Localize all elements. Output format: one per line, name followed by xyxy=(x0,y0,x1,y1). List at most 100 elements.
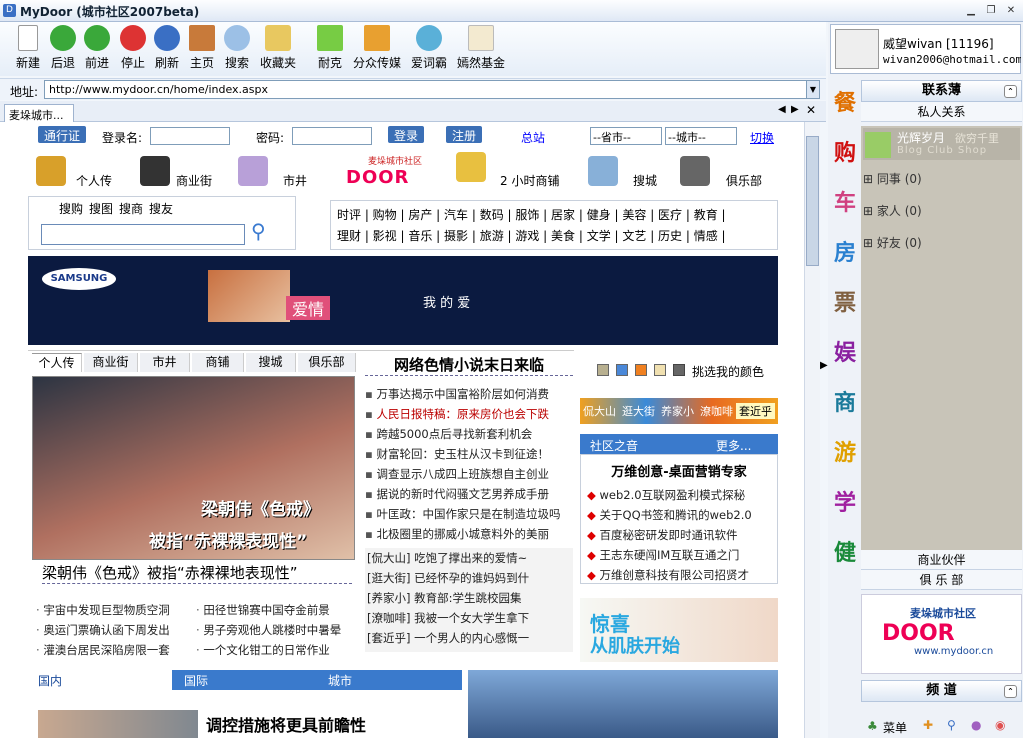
color-tab-kan[interactable]: 侃大山 xyxy=(580,403,619,419)
feature-photo[interactable]: 梁朝伟《色戒》 被指“赤裸裸表现性” xyxy=(32,376,355,560)
main-station-link[interactable]: 总站 xyxy=(521,129,545,146)
focus-media-link[interactable]: 分众传媒 xyxy=(353,25,401,71)
bottom-tab-domestic[interactable]: 国内 xyxy=(28,670,172,690)
bracket-news-item[interactable]: [养家小] 教育部:学生跳校园集 xyxy=(367,590,522,606)
panel-toggle-arrow[interactable]: ▶ xyxy=(820,360,828,371)
left-list-item[interactable]: · 一个文化钳工的日常作业 xyxy=(196,642,330,658)
search-tab-shopping[interactable]: 搜购 xyxy=(59,200,83,217)
private-relations-header[interactable]: 私人关系 xyxy=(861,102,1022,122)
bottom-tab-city[interactable]: 城市 xyxy=(318,670,462,690)
category-sidebar-item[interactable]: 房 xyxy=(831,232,859,276)
color-icon[interactable]: ◉ xyxy=(995,718,1005,732)
community-item[interactable]: ◆ web2.0互联网盈利模式探秘 xyxy=(587,487,745,503)
group-coworkers[interactable]: ⊞ 同事 (0) xyxy=(863,170,922,187)
color-swatch-orange[interactable] xyxy=(635,364,647,376)
province-select[interactable]: --省市-- xyxy=(590,127,662,145)
channel-header[interactable]: 频 道 ⌃ xyxy=(861,680,1022,702)
category-sidebar-item[interactable]: 游 xyxy=(831,432,859,476)
nav-shop[interactable]: 2 小时商铺 xyxy=(500,172,559,189)
settings-icon[interactable]: ● xyxy=(971,718,981,732)
skincare-ad[interactable]: 惊喜 从肌肤开始 xyxy=(580,598,778,662)
subtab-market[interactable]: 市井 xyxy=(140,353,190,372)
subtab-personal[interactable]: 个人传 xyxy=(32,353,82,372)
favorites-button[interactable]: 收藏夹 xyxy=(258,25,298,71)
group-family[interactable]: ⊞ 家人 (0) xyxy=(863,202,922,219)
business-partner-header[interactable]: 商业伙伴 xyxy=(861,550,1022,570)
news-item[interactable]: ▪ 北极圈里的挪威小城意料外的美丽 xyxy=(365,526,549,542)
news-item[interactable]: ▪ 人民日报特稿：原来房价也会下跌 xyxy=(365,406,549,422)
bracket-news-item[interactable]: [侃大山] 吃饱了撑出来的爱情~ xyxy=(367,550,527,566)
tab-close-icon[interactable]: ✕ xyxy=(806,103,816,117)
iciba-link[interactable]: 爱词霸 xyxy=(409,25,449,71)
nav-personal[interactable]: 个人传 xyxy=(76,172,112,189)
page-scrollbar[interactable] xyxy=(804,122,820,738)
browser-tab[interactable]: 麦垛城市... xyxy=(4,104,74,122)
feature-title[interactable]: 梁朝伟《色戒》被指“赤裸裸地表现性” xyxy=(42,562,352,584)
tab-scroll-right-icon[interactable]: ▶ xyxy=(791,104,799,115)
password-input[interactable] xyxy=(292,127,372,145)
nav-business[interactable]: 商业街 xyxy=(176,172,212,189)
headline[interactable]: 网络色情小说末日来临 xyxy=(365,354,573,376)
news-item[interactable]: ▪ 调查显示八成四上班族想自主创业 xyxy=(365,466,549,482)
search-go-icon[interactable]: ⚲ xyxy=(251,219,279,245)
color-swatch-cream[interactable] xyxy=(654,364,666,376)
address-dropdown-icon[interactable]: ▼ xyxy=(806,81,819,98)
bracket-news-item[interactable]: [潦咖啡] 我被一个女大学生拿下 xyxy=(367,610,529,626)
left-list-item[interactable]: · 奥运门票确认函下周发出 xyxy=(36,622,170,638)
address-input[interactable]: http://www.mydoor.cn/home/index.aspx xyxy=(44,80,820,99)
bottom-news-photo[interactable] xyxy=(38,710,198,738)
color-pick-label[interactable]: 挑选我的颜色 xyxy=(692,363,764,380)
color-tab-guang[interactable]: 逛大街 xyxy=(619,403,658,419)
add-icon[interactable]: ✚ xyxy=(923,718,933,732)
collapse-icon[interactable]: ⌃ xyxy=(1004,85,1017,98)
bottom-headline[interactable]: 调控措施将更具前瞻性 xyxy=(206,712,366,736)
community-item[interactable]: ◆ 万维创意科技有限公司招贤才 xyxy=(587,567,749,583)
left-list-item[interactable]: · 宇宙中发现巨型物质空洞 xyxy=(36,602,170,618)
register-button[interactable]: 注册 xyxy=(446,126,483,143)
search-tab-friend[interactable]: 搜友 xyxy=(149,200,173,217)
minimize-button[interactable]: ▁ xyxy=(963,4,979,18)
color-tab-tao[interactable]: 套近乎 xyxy=(736,403,775,419)
news-item[interactable]: ▪ 叶匡政：中国作家只是在制造垃圾吗 xyxy=(365,506,560,522)
subtab-search-city[interactable]: 搜城 xyxy=(246,353,296,372)
category-sidebar-item[interactable]: 购 xyxy=(831,132,859,176)
nike-link[interactable]: 耐克 xyxy=(310,25,350,71)
bottom-tab-international[interactable]: 国际 xyxy=(174,670,316,690)
category-sidebar-item[interactable]: 票 xyxy=(831,282,859,326)
nav-search-city[interactable]: 搜城 xyxy=(633,172,657,189)
maximize-button[interactable]: ❐ xyxy=(983,4,999,18)
contacts-header[interactable]: 联系薄 ⌃ xyxy=(861,80,1022,102)
club-header[interactable]: 俱 乐 部 xyxy=(861,570,1022,590)
news-item[interactable]: ▪ 据说的新时代闷骚文艺男养成手册 xyxy=(365,486,549,502)
bracket-news-item[interactable]: [套近乎] 一个男人的内心感慨一 xyxy=(367,630,529,646)
close-button[interactable]: ✕ xyxy=(1003,4,1019,18)
mydoor-logo[interactable]: 麦垛城市社区 DOOR xyxy=(346,154,426,188)
side-logo[interactable]: 麦垛城市社区 DOOR www.mydoor.cn xyxy=(861,594,1022,674)
category-sidebar-item[interactable]: 健 xyxy=(831,532,859,576)
search-icon[interactable]: ⚲ xyxy=(947,718,956,732)
category-row-1[interactable]: 时评 | 购物 | 房产 | 汽车 | 数码 | 服饰 | 居家 | 健身 | … xyxy=(337,206,726,223)
login-button[interactable]: 登录 xyxy=(388,126,425,143)
left-list-item[interactable]: · 男子旁观他人跳楼时中暑晕 xyxy=(196,622,341,638)
city-skyline-photo[interactable] xyxy=(468,670,778,738)
community-item[interactable]: ◆ 关于QQ书签和腾讯的web2.0 xyxy=(587,507,752,523)
subtab-business[interactable]: 商业街 xyxy=(84,353,138,372)
news-item[interactable]: ▪ 跨越5000点后寻找新套利机会 xyxy=(365,426,532,442)
group-friends[interactable]: ⊞ 好友 (0) xyxy=(863,234,922,251)
news-item[interactable]: ▪ 财富轮回：史玉柱从汉卡到征途！ xyxy=(365,446,549,462)
category-sidebar-item[interactable]: 餐 xyxy=(831,82,859,126)
bracket-news-item[interactable]: [逛大街] 已经怀孕的谁妈妈到什 xyxy=(367,570,529,586)
search-tab-business[interactable]: 搜商 xyxy=(119,200,143,217)
community-more-link[interactable]: 更多... xyxy=(716,437,751,454)
category-sidebar-item[interactable]: 商 xyxy=(831,382,859,426)
samsung-banner-ad[interactable]: SAMSUNG 爱情 我 的 爱 xyxy=(28,256,778,345)
subtab-club[interactable]: 俱乐部 xyxy=(298,353,356,372)
featured-contact[interactable]: 光辉岁月 欲穷千里 Blog Club Shop xyxy=(863,128,1020,160)
tab-scroll-left-icon[interactable]: ◀ xyxy=(778,104,786,115)
color-swatch-blue[interactable] xyxy=(616,364,628,376)
category-sidebar-item[interactable]: 车 xyxy=(831,182,859,226)
nav-club[interactable]: 俱乐部 xyxy=(726,172,762,189)
community-headline[interactable]: 万维创意-桌面营销专家 xyxy=(581,461,777,480)
username-input[interactable] xyxy=(150,127,230,145)
site-search-input[interactable] xyxy=(41,224,245,245)
